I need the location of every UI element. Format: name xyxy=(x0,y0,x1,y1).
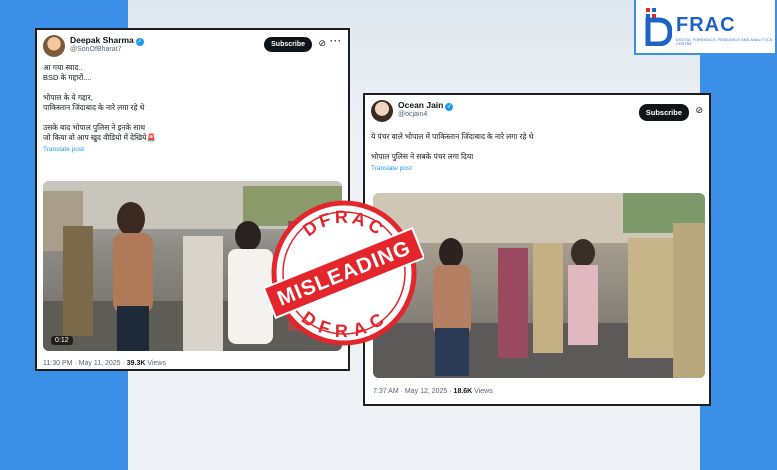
dfrac-logo: FRAC DIGITAL FORENSICS, RESEARCH AND ANA… xyxy=(634,0,777,55)
user-handle[interactable]: @SonOfBharat7 xyxy=(70,46,121,53)
tweet-line: भोपाल के ये गद्दार, xyxy=(43,93,93,102)
verified-badge-icon: ✓ xyxy=(135,38,144,46)
subscribe-button[interactable]: Subscribe xyxy=(264,37,312,52)
video-duration: 0:12 xyxy=(51,336,73,345)
views-count: 18.6K xyxy=(453,388,473,395)
translate-link[interactable]: Translate post xyxy=(43,145,342,155)
verified-badge-icon: ✓ xyxy=(445,103,454,111)
views-count: 39.3K xyxy=(126,360,146,367)
tweet-footer: 7:37 AM · May 12, 2025 · 18.6K Views xyxy=(373,388,493,395)
tweet-header: Deepak Sharma ✓ @SonOfBharat7 Subscribe ⊘… xyxy=(43,35,342,61)
logo-text: FRAC xyxy=(676,14,736,36)
subscribe-button[interactable]: Subscribe xyxy=(638,104,689,121)
avatar[interactable] xyxy=(43,35,65,57)
tweet-line: ये पंचर वाले भोपाल में पाकिस्तान जिंदाबा… xyxy=(371,132,534,141)
dfrac-mark-icon xyxy=(645,8,672,46)
more-options-icon[interactable]: ··· xyxy=(330,36,342,46)
tweet-line: उसके बाद भोपाल पुलिस ने इनके साथ xyxy=(43,123,146,132)
display-name-text: Deepak Sharma xyxy=(70,35,134,45)
tweet-line: भोपाल पुलिस ने सबके पंचर लगा दिया xyxy=(371,152,474,161)
display-name[interactable]: Ocean Jain ✓ xyxy=(398,100,454,111)
grok-icon[interactable]: ⊘ xyxy=(695,105,703,116)
tweet-line: आ गया स्वाद.. xyxy=(43,63,83,72)
display-name[interactable]: Deepak Sharma ✓ xyxy=(70,35,144,46)
tweet-line: BSD के गद्दारों.... xyxy=(43,73,92,82)
timestamp[interactable]: 7:37 AM · May 12, 2025 · xyxy=(373,388,454,395)
views-label: Views xyxy=(145,360,166,367)
grok-icon[interactable]: ⊘ xyxy=(318,38,326,49)
logo-tagline: DIGITAL FORENSICS, RESEARCH AND ANALYTIC… xyxy=(676,38,773,46)
tweet-text: आ गया स्वाद.. BSD के गद्दारों.... भोपाल … xyxy=(43,63,342,155)
timestamp[interactable]: 11:30 PM · May 11, 2025 · xyxy=(43,360,127,367)
tweet-header: Ocean Jain ✓ @ocjain4 Subscribe ⊘ xyxy=(371,100,703,126)
translate-link[interactable]: Translate post xyxy=(371,164,703,174)
display-name-text: Ocean Jain xyxy=(398,100,444,110)
user-handle[interactable]: @ocjain4 xyxy=(398,111,427,118)
tweet-text: ये पंचर वाले भोपाल में पाकिस्तान जिंदाबा… xyxy=(371,132,703,174)
tweet-footer: 11:30 PM · May 11, 2025 · 39.3K Views xyxy=(43,360,166,367)
tweet-line: पाकिस्तान जिंदाबाद के नारे लगा रहे थे xyxy=(43,103,145,112)
tweet-line: जो किया वो आप खुद वीडियो में देखिये🚨 xyxy=(43,133,156,142)
avatar[interactable] xyxy=(371,100,393,122)
views-label: Views xyxy=(472,388,493,395)
misleading-stamp: DFRAC DFRAC MISLEADING xyxy=(264,200,424,346)
